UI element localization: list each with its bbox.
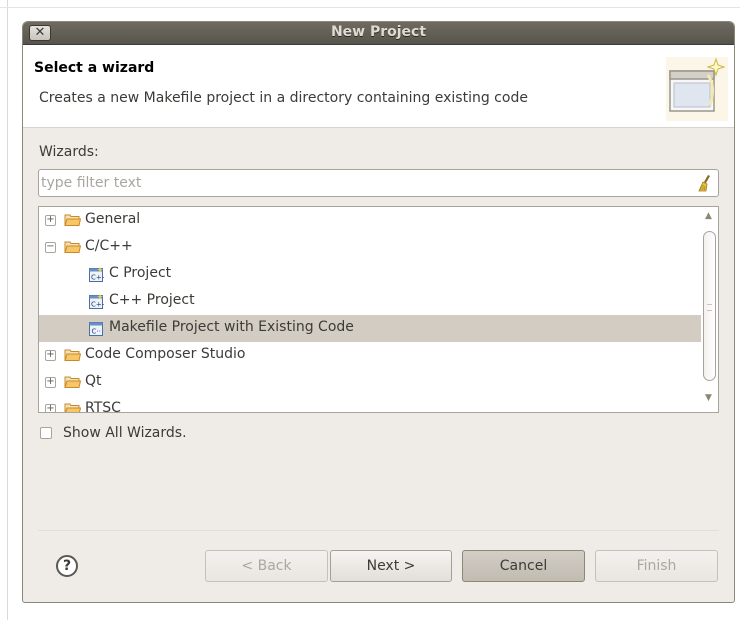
tree-item-general[interactable]: + General xyxy=(39,207,702,234)
tree-item-label: C++ Project xyxy=(109,292,195,308)
cancel-button[interactable]: Cancel xyxy=(462,550,585,582)
collapse-toggle[interactable]: − xyxy=(45,242,56,253)
folder-icon xyxy=(64,376,81,388)
scroll-down-arrow-icon[interactable]: ▼ xyxy=(705,393,712,403)
folder-icon xyxy=(64,214,81,226)
expand-toggle[interactable]: + xyxy=(45,350,56,361)
expand-toggle[interactable]: + xyxy=(45,377,56,388)
scroll-up-arrow-icon[interactable]: ▲ xyxy=(705,211,712,221)
scroll-grip xyxy=(707,304,712,311)
tree-item-label: C/C++ xyxy=(85,238,133,254)
svg-text:C++: C++ xyxy=(91,301,104,309)
tree-item-label: Qt xyxy=(85,373,102,389)
finish-button[interactable]: Finish xyxy=(595,550,718,582)
tree-scrollbar[interactable]: ▲ ▼ xyxy=(701,207,718,412)
expand-toggle[interactable]: + xyxy=(45,215,56,226)
broom-icon[interactable] xyxy=(696,174,714,192)
tree-item-makefile-project[interactable]: C·· Makefile Project with Existing Code xyxy=(39,315,702,342)
back-button[interactable]: < Back xyxy=(205,550,328,582)
tree-item-label: Code Composer Studio xyxy=(85,346,246,362)
show-all-checkbox[interactable] xyxy=(40,427,52,439)
expand-toggle[interactable]: + xyxy=(45,404,56,412)
tree-item-qt[interactable]: + Qt xyxy=(39,369,702,396)
tree-item-code-composer-studio[interactable]: + Code Composer Studio xyxy=(39,342,702,369)
button-bar-separator xyxy=(38,530,719,531)
svg-text:C++: C++ xyxy=(91,274,104,282)
wizards-label: Wizards: xyxy=(39,144,99,160)
makefile-project-icon: C·· xyxy=(89,322,103,336)
window-title: New Project xyxy=(330,24,427,40)
new-project-dialog: ✕ New Project Select a wizard Creates a … xyxy=(22,21,735,603)
tree-item-label: RTSC xyxy=(85,400,121,413)
cpp-project-icon: C++ xyxy=(89,294,104,309)
tree-item-rtsc[interactable]: + RTSC xyxy=(39,396,702,413)
scroll-thumb[interactable] xyxy=(703,231,716,381)
folder-icon xyxy=(64,349,81,361)
help-icon[interactable]: ? xyxy=(56,555,78,577)
tree-item-c-project[interactable]: C++ C Project xyxy=(39,261,702,288)
title-bar[interactable]: ✕ New Project xyxy=(23,22,734,45)
tree-item-label: C Project xyxy=(109,265,172,281)
filter-input[interactable] xyxy=(41,172,681,194)
folder-icon xyxy=(64,403,81,412)
background-edge-top xyxy=(0,7,740,8)
header-title: Select a wizard xyxy=(34,60,155,76)
tree-item-cpp-project[interactable]: C++ C++ Project xyxy=(39,288,702,315)
wizard-header: Select a wizard Creates a new Makefile p… xyxy=(23,45,734,128)
new-wizard-banner-icon xyxy=(666,57,728,121)
svg-text:C··: C·· xyxy=(92,328,101,336)
next-button[interactable]: Next > xyxy=(330,550,452,582)
background-edge-left xyxy=(7,0,8,620)
show-all-label[interactable]: Show All Wizards. xyxy=(63,425,187,441)
tree-item-label: General xyxy=(85,211,141,227)
wizard-tree[interactable]: + General − C/C++ C++ C Project xyxy=(38,206,719,413)
tree-item-c-cpp[interactable]: − C/C++ xyxy=(39,234,702,261)
filter-field[interactable] xyxy=(38,169,719,197)
header-description: Creates a new Makefile project in a dire… xyxy=(39,90,528,106)
tree-item-label: Makefile Project with Existing Code xyxy=(109,319,354,335)
c-project-icon: C++ xyxy=(89,267,104,282)
folder-icon xyxy=(64,241,81,253)
